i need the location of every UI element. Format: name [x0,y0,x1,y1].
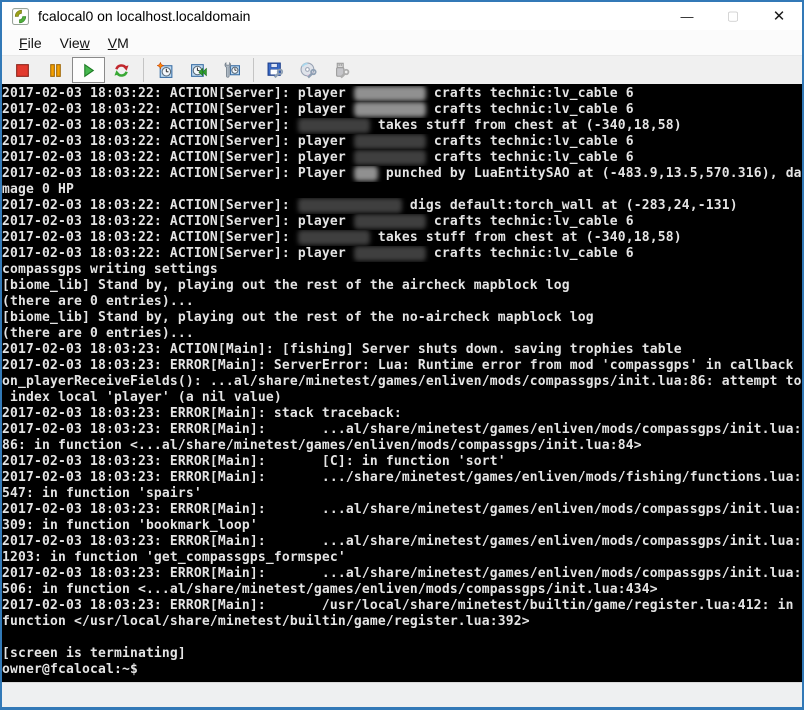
window-controls: — ▢ ✕ [664,2,802,30]
reset-icon [113,62,130,79]
redacted-player-name: ▓▓▓▓▓▓▓▓▓ [298,230,370,245]
menu-bar: FileViewVM [2,30,802,55]
terminal-line: 2017-02-03 18:03:23: ERROR[Main]: .../sh… [2,470,802,486]
reset-button[interactable] [105,57,138,83]
usb-wrench-icon [333,62,350,79]
redacted-player-name: ▓▓▓▓▓▓▓▓▓ [298,118,370,133]
suspend-button[interactable] [39,57,72,83]
terminal-line: 309: in function 'bookmark_loop' [2,518,802,534]
status-bar [2,682,802,707]
play-icon [80,62,97,79]
terminal-line: owner@fcalocal:~$ [2,662,802,678]
toolbar-separator [253,58,254,82]
redacted-player-name: ▓▓▓▓▓▓▓▓▓▓▓▓▓ [298,198,402,213]
terminal-line: 506: in function <...al/share/minetest/g… [2,582,802,598]
redacted-player-name: ▓▓▓▓▓▓▓▓▓ [354,246,426,261]
terminal-line: 2017-02-03 18:03:22: ACTION[Server]: ▓▓▓… [2,118,802,134]
terminal-line: (there are 0 entries)... [2,294,802,310]
redacted-player-name: █████████ [354,86,426,101]
terminal-line: 2017-02-03 18:03:22: ACTION[Server]: pla… [2,150,802,166]
terminal-line: 2017-02-03 18:03:22: ACTION[Server]: pla… [2,102,802,118]
terminal-line: 2017-02-03 18:03:22: ACTION[Server]: Pla… [2,166,802,182]
terminal-line: compassgps writing settings [2,262,802,278]
maximize-button[interactable]: ▢ [710,2,756,30]
menu-vm[interactable]: VM [99,32,138,54]
power-off-button[interactable] [6,57,39,83]
title-bar: fcalocal0 on localhost.localdomain — ▢ ✕ [2,2,802,30]
redacted-player-name: ▓▓▓▓▓▓▓▓▓ [354,214,426,229]
terminal-line [2,630,802,646]
terminal-line: 1203: in function 'get_compassgps_formsp… [2,550,802,566]
terminal-line: 2017-02-03 18:03:23: ERROR[Main]: [C]: i… [2,454,802,470]
vm-console-window: fcalocal0 on localhost.localdomain — ▢ ✕… [0,0,804,710]
terminal-line: mage 0 HP [2,182,802,198]
redacted-player-name: █████████ [354,102,426,117]
pause-icon [47,62,64,79]
snapshot-new-icon [157,62,174,79]
tool-bar [2,55,802,84]
terminal-line: on_playerReceiveFields(): ...al/share/mi… [2,374,802,390]
redacted-player-name: ▓▓▓▓▓▓▓▓▓ [354,150,426,165]
terminal-line: 2017-02-03 18:03:23: ACTION[Main]: [fish… [2,342,802,358]
terminal-line: 2017-02-03 18:03:23: ERROR[Main]: ...al/… [2,534,802,550]
redacted-player-name: ███ [354,166,378,181]
window-title: fcalocal0 on localhost.localdomain [38,8,664,24]
terminal-line: 547: in function 'spairs' [2,486,802,502]
revert-snapshot-button[interactable] [182,57,215,83]
terminal-line: 2017-02-03 18:03:22: ACTION[Server]: pla… [2,134,802,150]
menu-view[interactable]: View [51,32,99,54]
terminal-line: 86: in function <...al/share/minetest/ga… [2,438,802,454]
terminal-line: index local 'player' (a nil value) [2,390,802,406]
floppy-wrench-icon [267,62,284,79]
terminal-line: 2017-02-03 18:03:23: ERROR[Main]: /usr/l… [2,598,802,614]
close-button[interactable]: ✕ [756,2,802,30]
vm-console-screen[interactable]: 2017-02-03 18:03:22: ACTION[Server]: pla… [2,84,802,682]
floppy-settings-button[interactable] [259,57,292,83]
terminal-line: [screen is terminating] [2,646,802,662]
terminal-line: 2017-02-03 18:03:23: ERROR[Main]: ...al/… [2,502,802,518]
terminal-line: function </usr/local/share/minetest/buil… [2,614,802,630]
terminal-line: (there are 0 entries)... [2,326,802,342]
snapshot-revert-icon [190,62,207,79]
redacted-player-name: ▓▓▓▓▓▓▓▓▓ [354,134,426,149]
toolbar-separator [143,58,144,82]
minimize-button[interactable]: — [664,2,710,30]
stop-icon [14,62,31,79]
terminal-line: 2017-02-03 18:03:22: ACTION[Server]: pla… [2,214,802,230]
cdrom-settings-button[interactable] [292,57,325,83]
menu-file[interactable]: File [10,32,51,54]
terminal-line: 2017-02-03 18:03:22: ACTION[Server]: ▓▓▓… [2,230,802,246]
usb-settings-button [325,57,358,83]
terminal-line: 2017-02-03 18:03:23: ERROR[Main]: stack … [2,406,802,422]
terminal-line: 2017-02-03 18:03:23: ERROR[Main]: Server… [2,358,802,374]
terminal-line: 2017-02-03 18:03:23: ERROR[Main]: ...al/… [2,422,802,438]
terminal-line: 2017-02-03 18:03:22: ACTION[Server]: pla… [2,86,802,102]
terminal-line: 2017-02-03 18:03:22: ACTION[Server]: ▓▓▓… [2,198,802,214]
terminal-line: 2017-02-03 18:03:22: ACTION[Server]: pla… [2,246,802,262]
terminal-line: [biome_lib] Stand by, playing out the re… [2,278,802,294]
terminal-line: [biome_lib] Stand by, playing out the re… [2,310,802,326]
terminal-line: 2017-02-03 18:03:23: ERROR[Main]: ...al/… [2,566,802,582]
power-on-button[interactable] [72,57,105,83]
vmware-console-icon [12,8,29,25]
take-snapshot-button[interactable] [149,57,182,83]
snapshot-manage-icon [223,62,240,79]
manage-snapshots-button[interactable] [215,57,248,83]
cd-wrench-icon [300,62,317,79]
